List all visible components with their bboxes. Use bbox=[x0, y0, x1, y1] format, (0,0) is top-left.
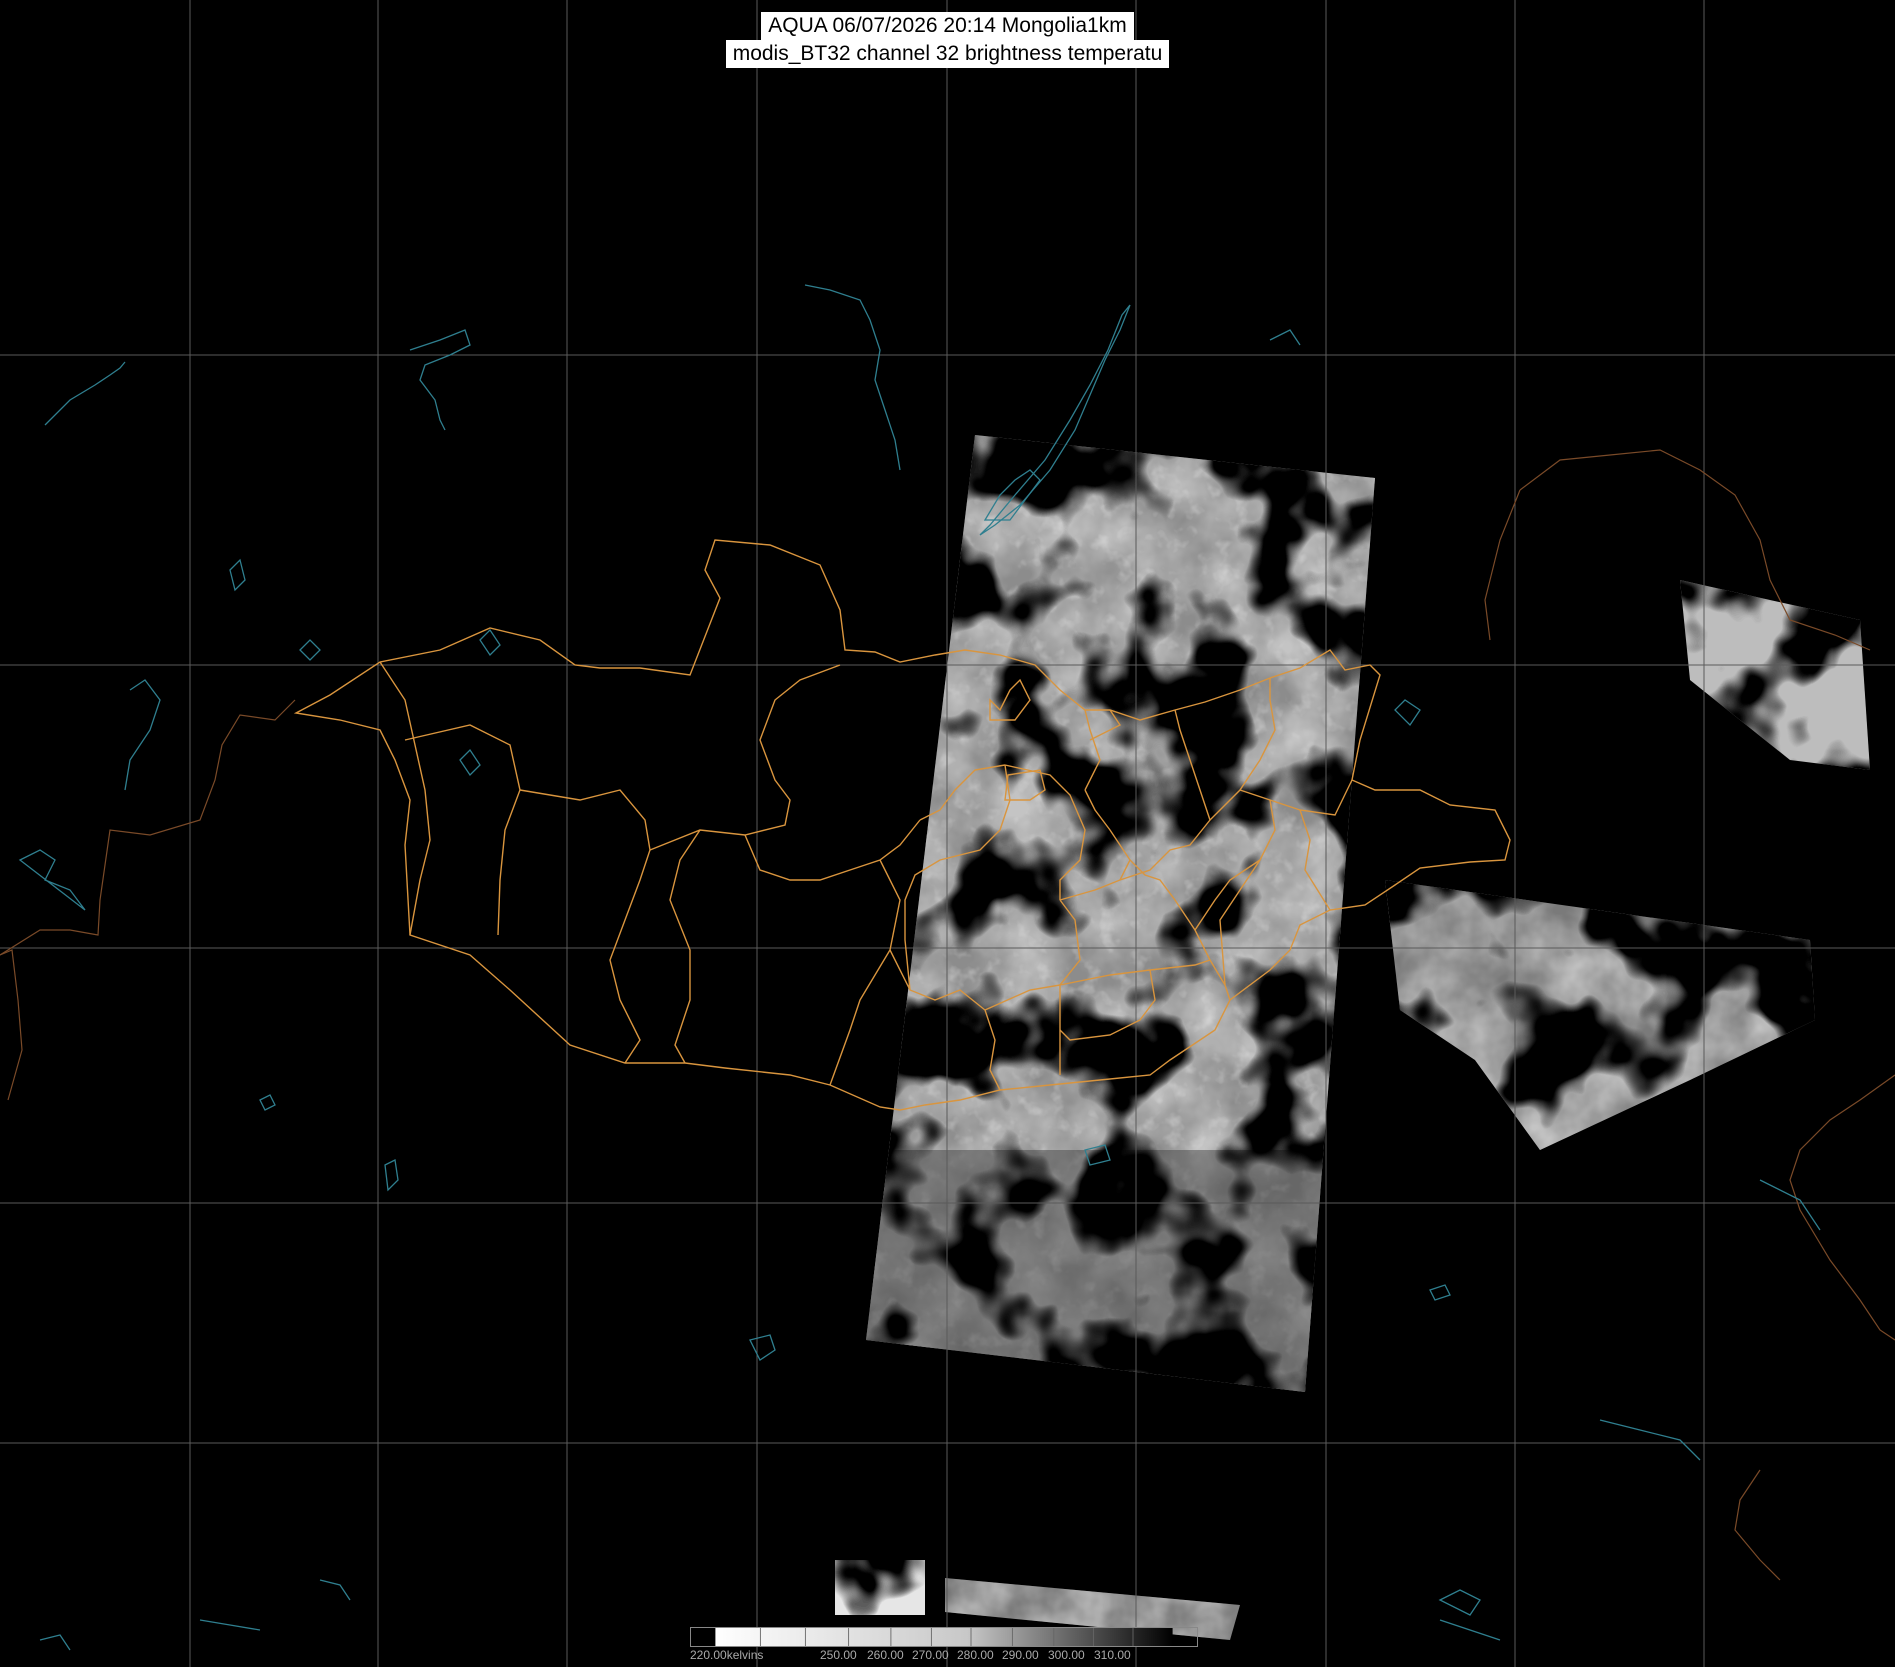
colorbar-tick: 250.00 bbox=[820, 1648, 857, 1662]
colorbar-tick: 260.00 bbox=[867, 1648, 904, 1662]
colorbar-tick: 280.00 bbox=[957, 1648, 994, 1662]
colorbar-units-label: 220.00kelvins bbox=[690, 1648, 764, 1662]
colorbar-tick: 300.00 bbox=[1048, 1648, 1085, 1662]
colorbar-tick: 290.00 bbox=[1002, 1648, 1039, 1662]
colorbar-tick: 270.00 bbox=[912, 1648, 949, 1662]
title-line-2: modis_BT32 channel 32 brightness tempera… bbox=[725, 40, 1170, 68]
colorbar-gradient bbox=[690, 1627, 1198, 1647]
cloud-patch-south bbox=[835, 1560, 925, 1615]
colorbar-tick: 310.00 bbox=[1094, 1648, 1131, 1662]
colorbar-legend: 220.00kelvins 250.00 260.00 270.00 280.0… bbox=[690, 1627, 1198, 1667]
title-line-1: AQUA 06/07/2026 20:14 Mongolia1km bbox=[761, 12, 1134, 40]
satellite-map bbox=[0, 0, 1895, 1667]
map-title: AQUA 06/07/2026 20:14 Mongolia1km modis_… bbox=[0, 12, 1895, 68]
